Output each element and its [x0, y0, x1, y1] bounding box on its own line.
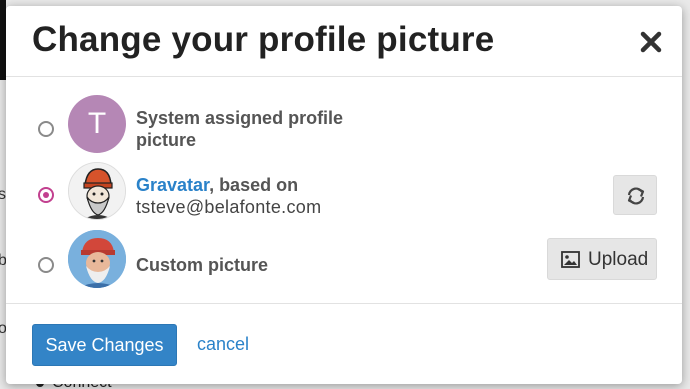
close-button[interactable] [635, 26, 667, 58]
image-icon [561, 251, 580, 268]
radio-custom-picture[interactable] [38, 257, 54, 273]
save-changes-button[interactable]: Save Changes [32, 324, 177, 366]
radio-system-picture[interactable] [38, 121, 54, 137]
refresh-gravatar-button[interactable] [613, 175, 657, 215]
avatar-system: T [68, 95, 126, 153]
close-icon [640, 31, 662, 53]
upload-label: Upload [588, 249, 649, 270]
modal-header: Change your profile picture [6, 6, 682, 77]
modal-title: Change your profile picture [32, 20, 495, 59]
option-custom-picture: Custom picture Upload [6, 228, 682, 290]
gravatar-label-suffix: , based on [209, 175, 299, 195]
refresh-icon [627, 187, 645, 205]
radio-gravatar[interactable] [38, 187, 54, 203]
gravatar-email: tsteve@belafonte.com [136, 197, 322, 217]
option-system-picture: T System assigned profile picture [6, 94, 682, 154]
upload-button[interactable]: Upload [547, 238, 657, 280]
avatar-custom [68, 230, 126, 288]
option-label-gravatar: Gravatar, based on tsteve@belafonte.com [136, 174, 321, 218]
option-label-custom: Custom picture [136, 255, 269, 275]
cancel-link[interactable]: cancel [197, 334, 249, 355]
avatar-gravatar [68, 162, 126, 220]
option-gravatar: Gravatar, based on tsteve@belafonte.com [6, 159, 682, 223]
option-label-system: System assigned profile picture [136, 108, 344, 150]
gravatar-link[interactable]: Gravatar [136, 175, 209, 195]
custom-avatar-illustration [68, 230, 126, 288]
profile-picture-modal: Change your profile picture T System ass… [6, 6, 682, 384]
avatar-letter: T [87, 107, 107, 140]
gravatar-illustration [69, 163, 125, 219]
modal-footer: Save Changes cancel [6, 303, 682, 384]
